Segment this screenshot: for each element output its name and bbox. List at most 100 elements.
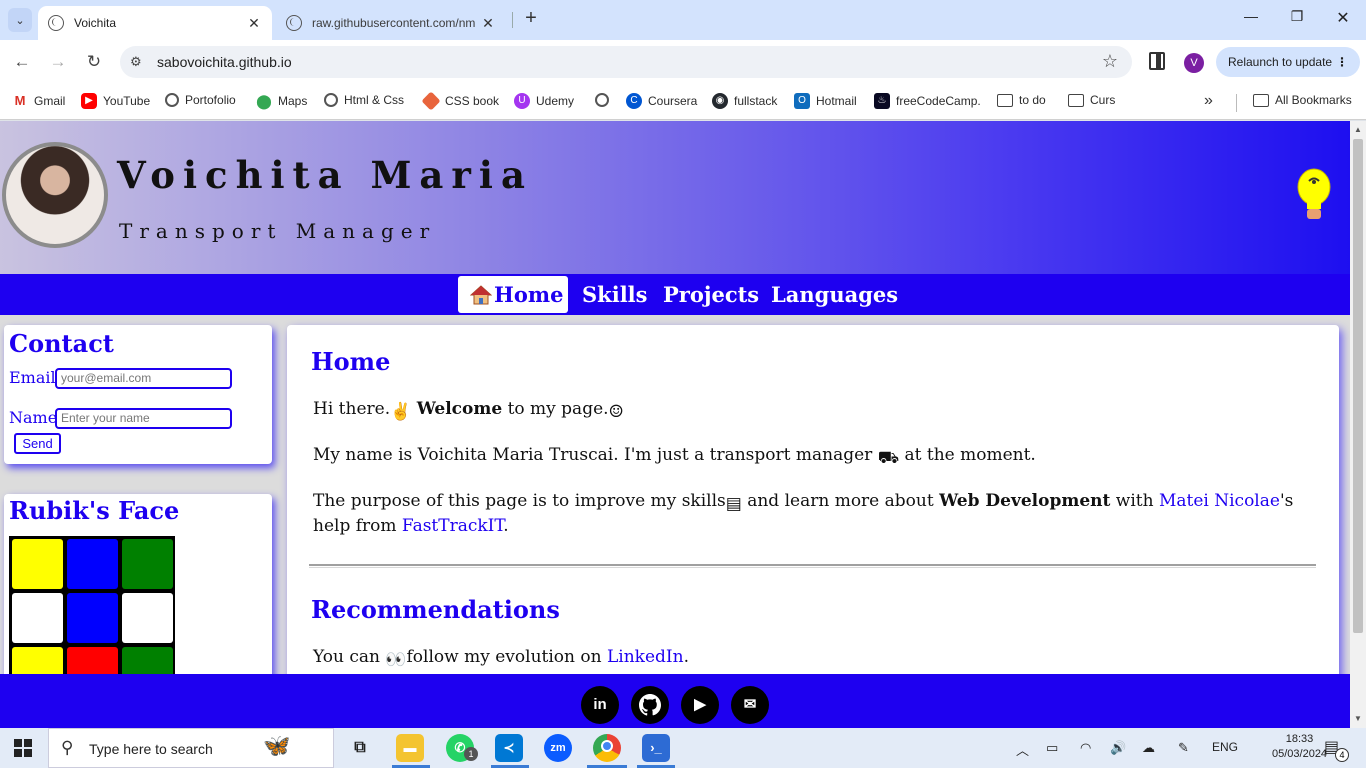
taskbar-search-input[interactable]: ⚲ Type here to search 🦋 xyxy=(48,728,334,768)
bookmark-label: Curs xyxy=(1090,93,1116,107)
notifications-badge: 4 xyxy=(1335,748,1349,762)
scrollbar-thumb[interactable] xyxy=(1353,139,1363,633)
minimize-button[interactable]: — xyxy=(1228,8,1274,24)
scroll-up-icon[interactable]: ▲ xyxy=(1354,125,1362,134)
hero-role: Transport Manager xyxy=(119,219,437,243)
mail-icon[interactable]: ✉ xyxy=(731,686,769,724)
side-panel-icon[interactable] xyxy=(1149,52,1165,70)
bookmark-portofolio[interactable]: Portofolio xyxy=(165,93,236,107)
rubik-cell xyxy=(12,593,63,643)
pen-icon[interactable]: ✎ xyxy=(1178,740,1189,756)
network-icon[interactable]: ◠ xyxy=(1080,740,1091,756)
close-icon[interactable]: ✕ xyxy=(478,15,498,32)
all-bookmarks[interactable]: All Bookmarks xyxy=(1253,93,1352,107)
bookmark-udemy[interactable]: U Udemy xyxy=(514,93,574,109)
outlook-icon: O xyxy=(794,93,810,109)
github-icon[interactable] xyxy=(631,686,669,724)
bookmark-gmail[interactable]: M Gmail xyxy=(12,93,65,109)
tab-raw-github[interactable]: raw.githubusercontent.com/nm ✕ xyxy=(276,6,506,40)
close-window-button[interactable]: ✕ xyxy=(1320,8,1366,28)
bookmarks-bar: M Gmail ▶ YouTube Portofolio ⬤ Maps Html & … xyxy=(0,84,1366,120)
text: You can xyxy=(313,647,380,667)
bookmark-css-book[interactable]: CSS book xyxy=(421,91,499,111)
language-indicator[interactable]: ENG xyxy=(1212,740,1238,754)
email-field[interactable]: your@email.com xyxy=(55,368,232,389)
bookmark-hotmail[interactable]: O Hotmail xyxy=(794,93,857,109)
text-bold: Web Development xyxy=(939,491,1111,511)
relaunch-label: Relaunch to update xyxy=(1228,55,1333,69)
contact-card: Contact Email your@email.com Name Enter … xyxy=(4,325,272,464)
chrome-icon[interactable] xyxy=(593,734,621,762)
back-button[interactable]: ← xyxy=(10,50,34,74)
relaunch-button[interactable]: Relaunch to update ⋮ xyxy=(1216,47,1360,77)
nav-languages[interactable]: Languages xyxy=(763,276,906,313)
fasttrackit-link[interactable]: FastTrackIT xyxy=(402,516,503,536)
bookmarks-divider xyxy=(1236,94,1237,112)
site-settings-icon[interactable]: ⚙ xyxy=(130,54,142,70)
bookmark-folder-curs[interactable]: Curs xyxy=(1068,93,1115,107)
nav-home-label: Home xyxy=(494,282,564,307)
bookmark-freecodecamp[interactable]: ♨ freeCodeCamp. xyxy=(874,93,981,109)
task-view-icon[interactable]: ⧉ xyxy=(346,734,374,762)
windows-start-icon[interactable] xyxy=(14,739,32,757)
bookmark-coursera[interactable]: C Coursera xyxy=(626,93,697,109)
send-button[interactable]: Send xyxy=(14,433,61,454)
powershell-icon[interactable]: ›_ xyxy=(642,734,670,762)
name-field[interactable]: Enter your name xyxy=(55,408,232,429)
lightbulb-icon[interactable] xyxy=(1296,167,1332,223)
matei-nicolae-link[interactable]: Matei Nicolae xyxy=(1159,491,1280,511)
vscode-icon[interactable]: ≺ xyxy=(495,734,523,762)
clock-time: 18:33 xyxy=(1285,733,1314,745)
tab-strip: ⌄ Voichita ✕ raw.githubusercontent.com/n… xyxy=(0,0,1366,40)
tab-voichita[interactable]: Voichita ✕ xyxy=(38,6,272,40)
volume-icon[interactable]: 🔊 xyxy=(1110,740,1126,756)
cloud-icon[interactable]: ☁ xyxy=(1142,740,1155,756)
browser-toolbar: ← → ↻ ⚙ sabovoichita.github.io ☆ V Relau… xyxy=(0,40,1366,84)
github-glyph xyxy=(639,694,661,716)
bookmark-label: All Bookmarks xyxy=(1275,93,1352,107)
rubik-face-grid xyxy=(9,536,175,697)
truck-icon: ⛟ xyxy=(877,448,900,468)
reload-button[interactable]: ↻ xyxy=(82,50,106,74)
linkedin-icon[interactable]: in xyxy=(581,686,619,724)
bookmark-globe[interactable] xyxy=(595,93,615,107)
nav-projects[interactable]: Projects xyxy=(655,276,767,313)
folder-icon xyxy=(1068,93,1084,107)
bookmark-star-icon[interactable]: ☆ xyxy=(1102,51,1118,72)
zoom-icon[interactable]: zm xyxy=(544,734,572,762)
show-hidden-icons-chevron-icon[interactable]: ︿ xyxy=(1016,740,1029,759)
nav-home[interactable]: Home xyxy=(458,276,568,313)
folder-icon xyxy=(997,93,1013,107)
bookmark-maps[interactable]: ⬤ Maps xyxy=(256,93,307,109)
scroll-down-icon[interactable]: ▼ xyxy=(1354,714,1362,723)
forward-button[interactable]: → xyxy=(46,50,70,74)
bookmark-fullstack[interactable]: ◉ fullstack xyxy=(712,93,777,109)
page-scrollbar[interactable]: ▲ ▼ xyxy=(1350,121,1366,728)
close-icon[interactable]: ✕ xyxy=(244,15,264,32)
hero-name: Voichita Maria xyxy=(117,153,533,197)
menu-dots-icon: ⋮ xyxy=(1336,55,1348,69)
rubik-cell xyxy=(67,539,118,589)
bookmark-label: Portofolio xyxy=(185,93,236,107)
bookmark-folder-to-do[interactable]: to do xyxy=(997,93,1046,107)
nav-skills[interactable]: Skills xyxy=(574,276,655,313)
globe-icon xyxy=(165,93,179,107)
intro-paragraph: My name is Voichita Maria Truscai. I'm j… xyxy=(313,444,1036,469)
text: and learn more about xyxy=(747,491,934,511)
bookmark-html-css[interactable]: Html & Css xyxy=(324,93,404,107)
profile-avatar[interactable]: V xyxy=(1184,53,1204,73)
more-bookmarks-chevron-icon[interactable]: » xyxy=(1204,92,1213,110)
battery-icon[interactable]: ▭ xyxy=(1046,740,1058,756)
restore-button[interactable]: ❐ xyxy=(1274,8,1320,25)
youtube-icon[interactable]: ▶ xyxy=(681,686,719,724)
text-bold: Welcome xyxy=(416,399,503,419)
linkedin-link[interactable]: LinkedIn xyxy=(607,647,684,667)
victory-hand-icon: ✌ xyxy=(390,402,412,422)
clock[interactable]: 18:33 05/03/2024 xyxy=(1272,732,1327,762)
bookmark-youtube[interactable]: ▶ YouTube xyxy=(81,93,150,109)
new-tab-button[interactable]: + xyxy=(520,8,542,30)
address-bar[interactable]: ⚙ sabovoichita.github.io ☆ xyxy=(120,46,1132,78)
file-explorer-icon[interactable]: ▬ xyxy=(396,734,424,762)
tab-search-button[interactable]: ⌄ xyxy=(8,8,32,32)
text: . xyxy=(503,516,509,536)
